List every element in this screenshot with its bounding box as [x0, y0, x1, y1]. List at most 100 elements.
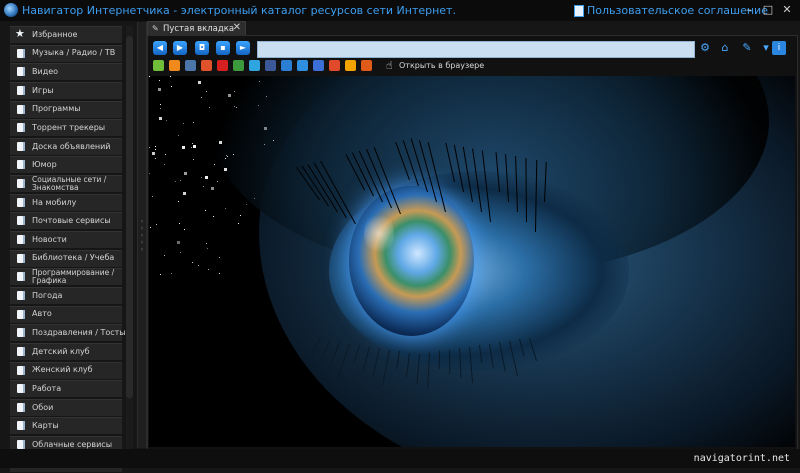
ok-icon[interactable]: [169, 60, 180, 71]
sidebar-item-label: Торрент трекеры: [32, 122, 106, 132]
sidebar-item[interactable]: Новости: [10, 231, 122, 249]
sidebar-item[interactable]: Музыка / Радио / ТВ: [10, 44, 122, 62]
sidebar-item[interactable]: Поздравления / Тосты: [10, 324, 126, 342]
maximize-button[interactable]: □: [760, 2, 776, 18]
home-icon[interactable]: ⌂: [718, 41, 732, 55]
sidebar-item[interactable]: Детский клуб: [10, 342, 122, 360]
sidebar-scrollbar-thumb[interactable]: [126, 36, 133, 398]
hand-pointer-icon[interactable]: ☝: [386, 59, 393, 72]
address-input[interactable]: [257, 41, 695, 58]
sidebar-item-label: Музыка / Радио / ТВ: [32, 48, 116, 58]
category-sidebar: ★ Избранное Музыка / Радио / ТВ Видео Игры Пр…: [10, 26, 126, 473]
page-content-image: [149, 76, 795, 447]
sidebar-item-label: Игры: [32, 85, 54, 95]
cube-icon: [17, 104, 25, 114]
sidebar-item[interactable]: Почтовые сервисы: [10, 212, 122, 230]
dropdown-arrow-icon[interactable]: ▾: [759, 41, 773, 55]
facebook-icon[interactable]: [265, 60, 276, 71]
sidebar-item[interactable]: Доска объявлений: [10, 137, 122, 155]
sidebar-item[interactable]: Торрент трекеры: [10, 119, 122, 137]
odnoklassniki-green-icon[interactable]: [233, 60, 244, 71]
youtube-icon[interactable]: [217, 60, 228, 71]
tab-empty[interactable]: ✎ Пустая вкладка ✕: [147, 21, 246, 36]
sidebar-item[interactable]: Карты: [10, 417, 122, 435]
status-bar: navigatorint.net: [0, 449, 800, 468]
tab-pin-icon: ✎: [152, 24, 159, 33]
cube-icon: [17, 216, 25, 226]
rambler-icon[interactable]: [361, 60, 372, 71]
cube-icon: [17, 290, 25, 300]
cube-icon: [17, 253, 25, 263]
sidebar-item-label: Обои: [32, 402, 54, 412]
sidebar-item[interactable]: Обои: [10, 398, 122, 416]
vkontakte-icon[interactable]: [185, 60, 196, 71]
sidebar-item[interactable]: Библиотека / Учеба: [10, 249, 122, 267]
sidebar-item-label: Почтовые сервисы: [32, 216, 111, 226]
sidebar-item[interactable]: Программирование / Графика: [10, 267, 122, 286]
sidebar-item[interactable]: Видео: [10, 63, 122, 81]
forward-arrow-icon[interactable]: ▶: [173, 41, 187, 55]
sidebar-item[interactable]: Юмор: [10, 156, 122, 174]
title-bar: Навигатор Интернетчика - электронный кат…: [0, 0, 800, 21]
cube-icon: [17, 440, 25, 450]
cube-icon: [17, 272, 25, 282]
bookmarks-bar: ☝ Открыть в браузере: [148, 58, 797, 74]
minimize-button[interactable]: –: [741, 2, 757, 18]
sidebar-item-label: Поздравления / Тосты: [32, 328, 126, 337]
new-window-icon[interactable]: ◘: [195, 41, 209, 55]
sidebar-item[interactable]: Авто: [10, 305, 122, 323]
open-in-browser-link[interactable]: Открыть в браузере: [399, 61, 484, 70]
status-site-url: navigatorint.net: [693, 453, 790, 464]
cube-icon: [17, 85, 25, 95]
user-agreement-link[interactable]: Пользовательское соглашение: [574, 4, 768, 17]
sidebar-item[interactable]: Погода: [10, 286, 122, 304]
info-icon[interactable]: i: [772, 41, 786, 55]
sidebar-item-label: Работа: [32, 383, 62, 393]
sidebar-item[interactable]: Женский клуб: [10, 361, 122, 379]
twitter-icon[interactable]: [249, 60, 260, 71]
search-icon[interactable]: [329, 60, 340, 71]
sidebar-item[interactable]: Игры: [10, 81, 122, 99]
cube-icon: [17, 328, 25, 338]
cube-icon: [17, 384, 25, 394]
panel-splitter[interactable]: ‹ ‹ ‹ ‹ ‹: [137, 22, 147, 448]
liveinternet-icon[interactable]: [281, 60, 292, 71]
sidebar-item-label: Видео: [32, 67, 59, 77]
google-icon[interactable]: [313, 60, 324, 71]
close-window-button[interactable]: ✕: [779, 2, 795, 18]
yandex-icon[interactable]: [345, 60, 356, 71]
sidebar-item-label: Программирование / Графика: [32, 267, 115, 286]
sidebar-item-label: Авто: [32, 309, 52, 319]
sidebar-item[interactable]: ★ Избранное: [10, 26, 122, 43]
mail-icon[interactable]: [201, 60, 212, 71]
cube-icon: [17, 421, 25, 431]
sidebar-item-label: Доска объявлений: [32, 141, 111, 151]
earth-iris: [349, 186, 474, 336]
browser-pane: ◀ ▶ ◘ ▪ ► ⚙ ⌂ ✎ ▾ i ☝ Открыть в браузере: [147, 35, 798, 450]
cube-icon: [17, 141, 25, 151]
starfield: [149, 76, 150, 77]
sidebar-item[interactable]: Социальные сети / Знакомства: [10, 174, 122, 193]
tab-label: Пустая вкладка: [163, 24, 235, 34]
cube-icon: [17, 160, 25, 170]
tab-close-icon[interactable]: ✕: [233, 22, 241, 33]
cube-icon: [17, 402, 25, 412]
sidebar-item[interactable]: Программы: [10, 100, 122, 118]
sidebar-item-label: Социальные сети / Знакомства: [32, 174, 107, 193]
back-arrow-icon[interactable]: ◀: [153, 41, 167, 55]
save-icon[interactable]: ▪: [216, 41, 230, 55]
go-play-icon[interactable]: ►: [236, 41, 250, 55]
odnoklassniki-icon[interactable]: [153, 60, 164, 71]
cube-icon: [17, 197, 25, 207]
skype-icon[interactable]: [297, 60, 308, 71]
wrench-icon[interactable]: ✎: [740, 41, 754, 55]
cube-icon: [17, 235, 25, 245]
sidebar-item[interactable]: На мобилу: [10, 193, 122, 211]
settings-gear-icon[interactable]: ⚙: [698, 41, 712, 55]
cube-icon: [17, 123, 25, 133]
sidebar-item[interactable]: Работа: [10, 380, 122, 398]
app-logo-icon: [4, 3, 18, 17]
sidebar-item-label: На мобилу: [32, 197, 77, 207]
star-icon: ★: [15, 27, 25, 40]
sidebar-item-label: Детский клуб: [32, 346, 90, 356]
